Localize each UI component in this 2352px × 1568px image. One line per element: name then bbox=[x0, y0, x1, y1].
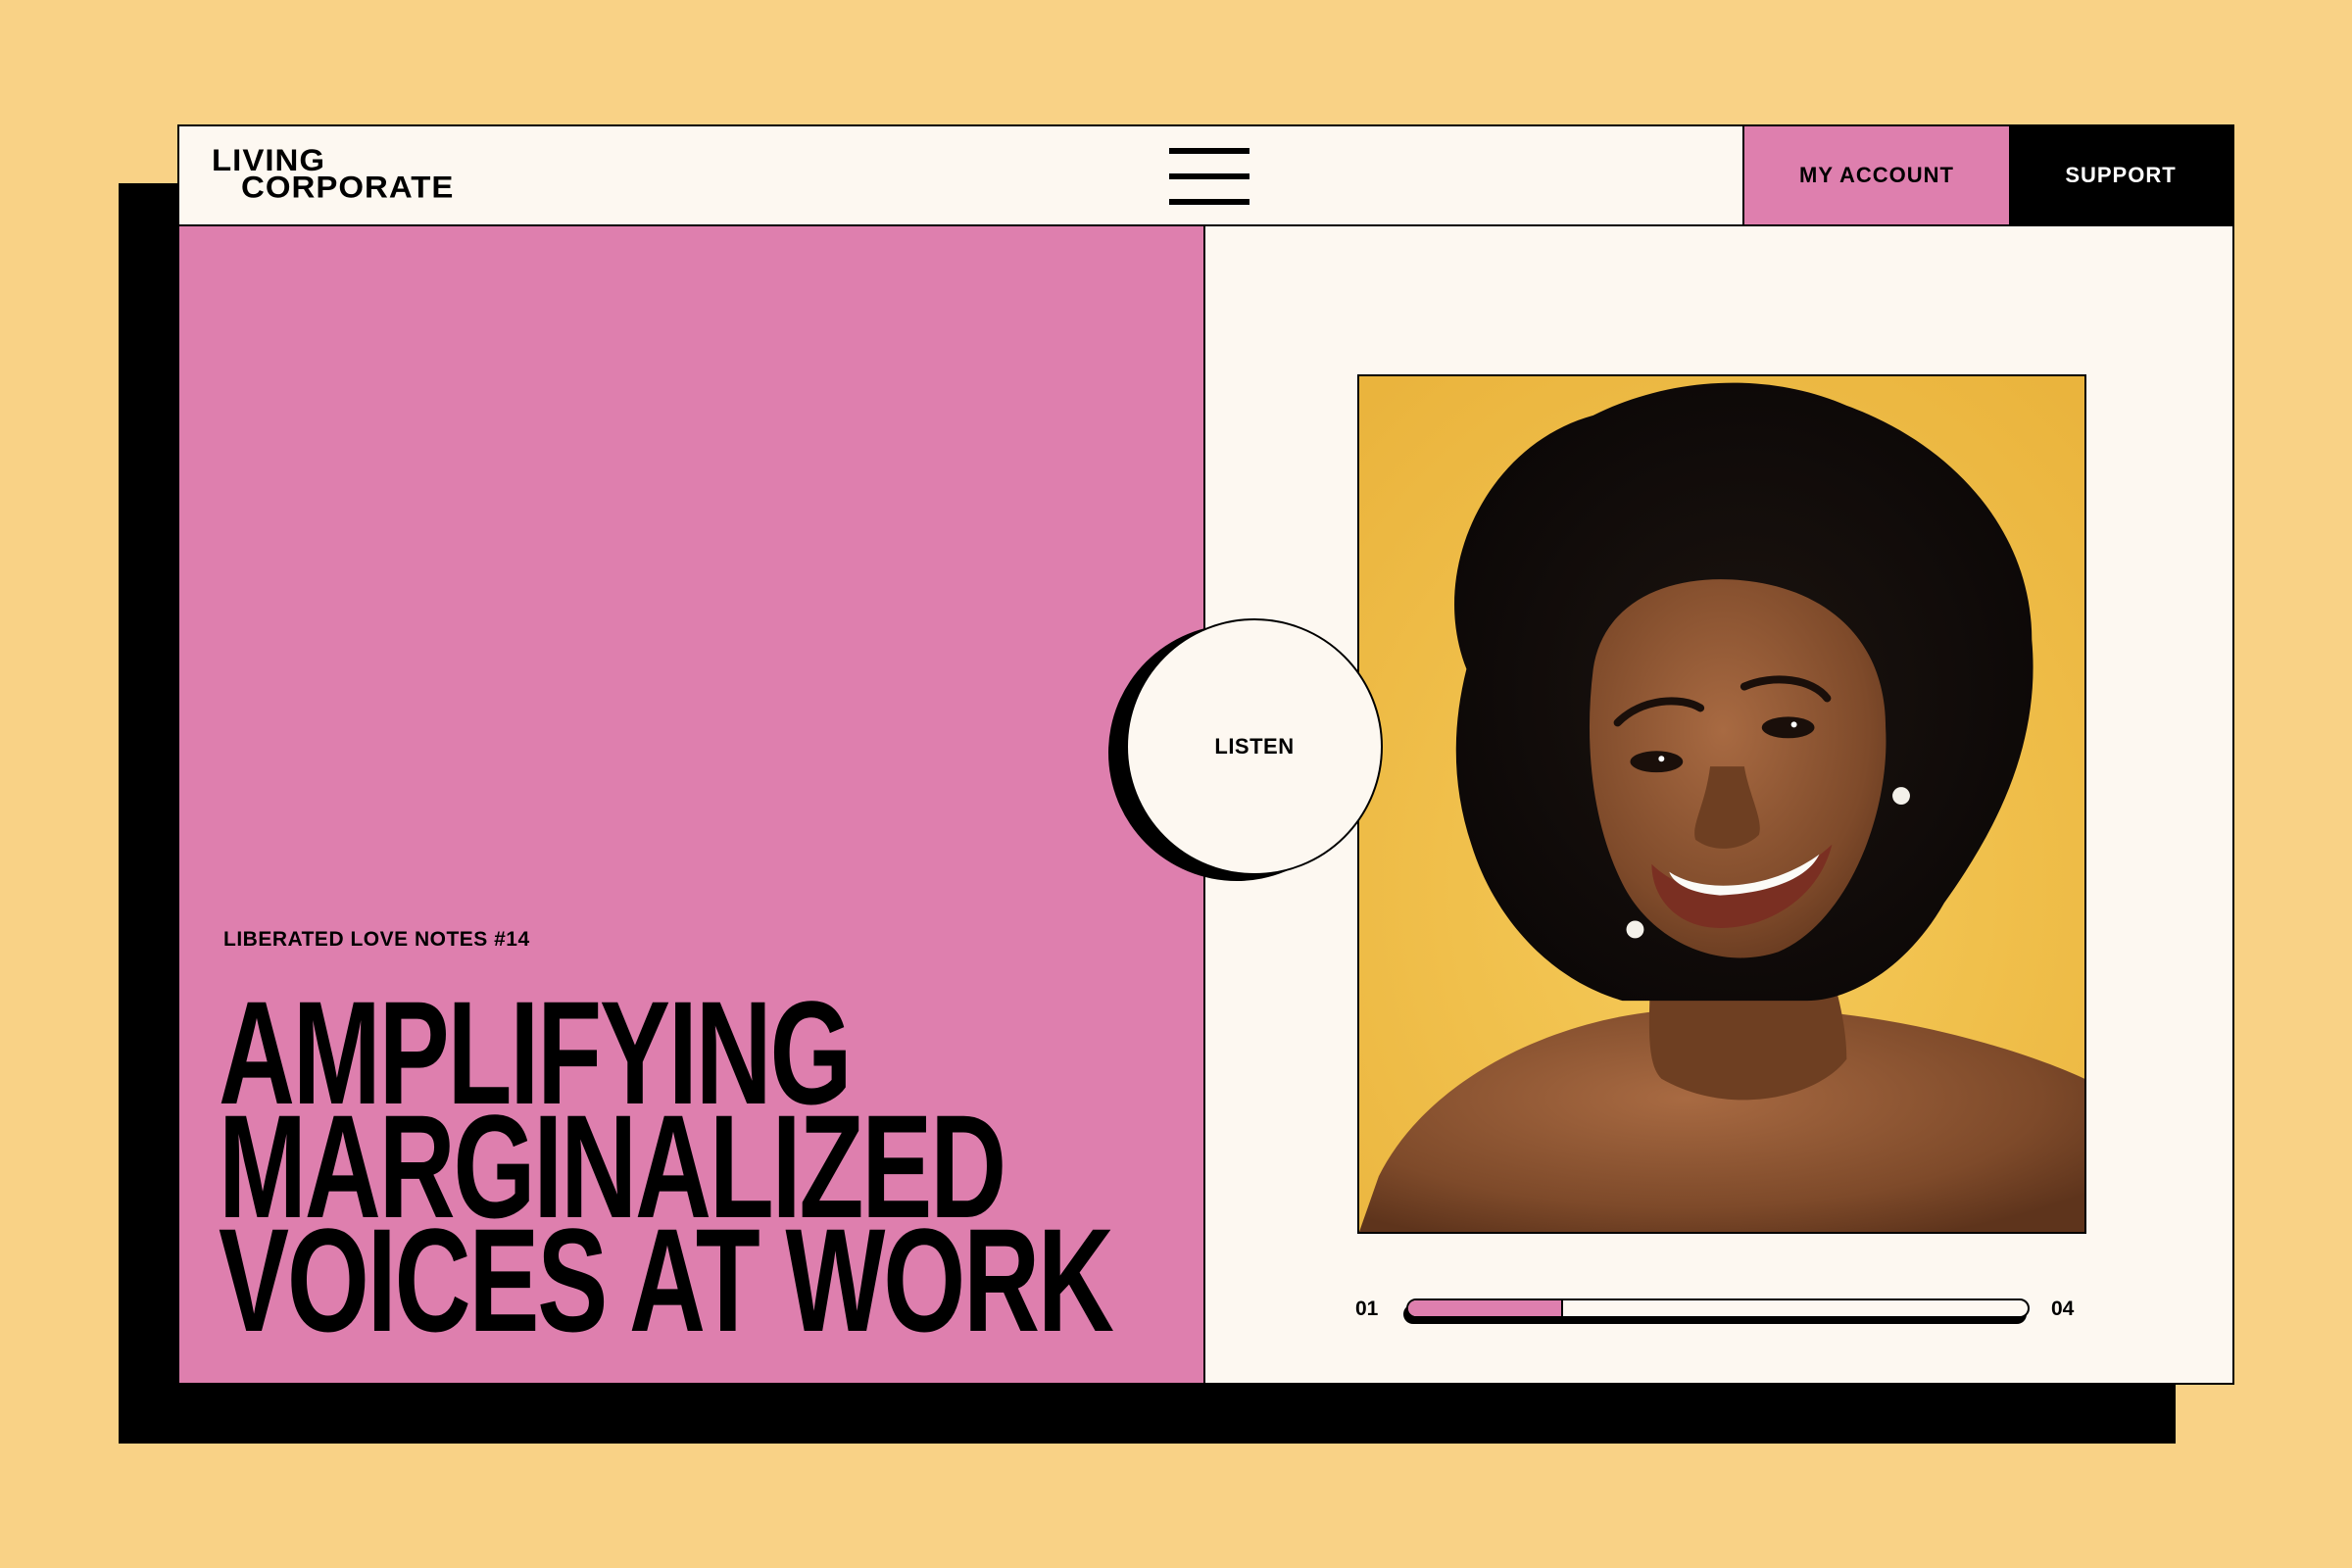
site-logo[interactable]: LIVING CORPORATE bbox=[212, 145, 455, 205]
headline-line-3: VOICES AT WORK bbox=[219, 1198, 1114, 1362]
progress-end-label: 04 bbox=[2051, 1298, 2075, 1320]
hero-portrait-photo bbox=[1357, 374, 2086, 1234]
portrait-photo bbox=[1359, 376, 2084, 1232]
browser-window: LIVING CORPORATE MY ACCOUNT SUPPORT LIBE… bbox=[177, 124, 2234, 1385]
slide-progress-bar[interactable] bbox=[1406, 1298, 2030, 1318]
my-account-button[interactable]: MY ACCOUNT bbox=[1742, 126, 2009, 224]
menu-bar bbox=[1169, 148, 1250, 154]
support-button[interactable]: SUPPORT bbox=[2009, 126, 2232, 224]
hero-pink-panel: LIBERATED LOVE NOTES #14 AMPLIFYING MARG… bbox=[179, 226, 1205, 1383]
progress-start-label: 01 bbox=[1355, 1298, 1379, 1320]
logo-line-2: CORPORATE bbox=[241, 170, 455, 205]
menu-bar bbox=[1169, 173, 1250, 179]
hero-headline: AMPLIFYING MARGINALIZED VOICES AT WORK bbox=[219, 979, 1114, 1362]
site-header: LIVING CORPORATE MY ACCOUNT SUPPORT bbox=[179, 126, 2232, 226]
progress-fill bbox=[1408, 1300, 1563, 1316]
listen-button[interactable]: LISTEN bbox=[1126, 618, 1383, 875]
hamburger-menu-icon[interactable] bbox=[1169, 148, 1250, 205]
menu-bar bbox=[1169, 199, 1250, 205]
episode-eyebrow: LIBERATED LOVE NOTES #14 bbox=[223, 928, 530, 951]
